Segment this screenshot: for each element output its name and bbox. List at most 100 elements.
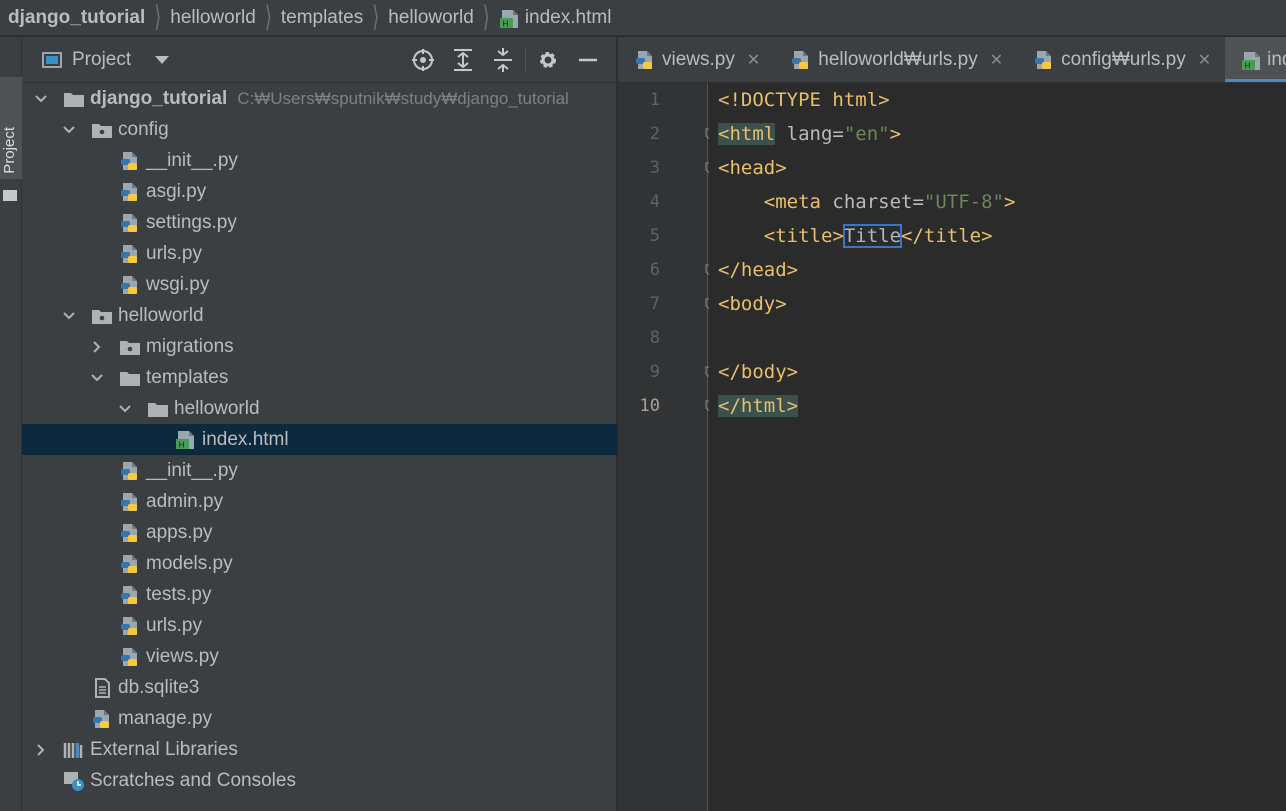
code-editor[interactable]: <!DOCTYPE html> <html lang= "en" > <head> <m… [709,83,1286,811]
tree-item-label: External Libraries [90,738,238,760]
tree-item-models-py[interactable]: models.py [22,548,617,579]
breadcrumb-separator: ⟩ [372,0,380,33]
code-line[interactable] [709,321,1286,355]
project-path: C:₩Users₩sputnik₩study₩django_tutorial [237,88,569,108]
tree-item-label: views.py [146,645,219,667]
breadcrumb-label: index.html [524,6,612,28]
tree-item-scratches-and-consoles[interactable]: Scratches and Consoles [22,765,617,796]
tree-item-manage-py[interactable]: manage.py [22,703,617,734]
code-token: > [889,123,902,145]
code-token: "UTF-8" [923,191,1004,213]
tree-item-django-tutorial[interactable]: django_tutorial C:₩Users₩sputnik₩study₩dj… [22,83,617,114]
line-number: 8 [649,328,660,348]
breadcrumb-label: django_tutorial [8,6,146,28]
chevron-down-icon[interactable] [90,371,104,385]
editor-tab[interactable]: views.py ✕ [618,37,774,82]
code-line[interactable]: <!DOCTYPE html> [709,83,1286,117]
code-line[interactable]: <title> Title </title> [709,219,1286,253]
breadcrumb-separator: ⟩ [482,0,490,33]
tree-item-helloworld[interactable]: helloworld [22,300,617,331]
code-line[interactable]: </body> [709,355,1286,389]
chevron-down-icon[interactable] [34,92,48,106]
project-view-selector[interactable]: Project [72,49,131,71]
project-panel: Project django_tutorial C:₩Users₩sputnik₩… [22,37,617,811]
code-line[interactable]: <html lang= "en" > [709,117,1286,151]
line-number: 1 [649,90,660,110]
chevron-down-icon[interactable] [155,55,170,64]
line-number: 5 [649,226,660,246]
editor-tab[interactable]: config₩urls.py ✕ [1017,37,1225,82]
gear-icon[interactable] [528,37,568,83]
tree-item-templates[interactable]: templates [22,362,617,393]
code-line[interactable]: <meta charset= "UTF-8" > [709,185,1286,219]
chevron-down-icon[interactable] [118,402,132,416]
breadcrumb-item[interactable]: helloworld [170,7,256,29]
tree-item-urls-py[interactable]: urls.py [22,238,617,269]
breadcrumb-label: helloworld [170,6,256,28]
close-icon[interactable]: ✕ [1198,50,1211,70]
tree-item-db-sqlite3[interactable]: db.sqlite3 [22,672,617,703]
code-line[interactable]: </html> [709,389,1286,423]
chevron-right-icon[interactable] [90,340,104,354]
database-file-icon [90,677,114,699]
editor-tab-label: views.py [662,49,735,70]
close-icon[interactable]: ✕ [990,50,1003,70]
chevron-down-icon[interactable] [62,309,76,323]
python-file-icon [118,460,142,482]
tree-item-label: migrations [146,335,234,357]
crosshair-icon[interactable] [403,37,443,83]
chevron-right-icon[interactable] [34,743,48,757]
editor-tab-label: index [1267,49,1286,70]
tree-item-helloworld[interactable]: helloworld [22,393,617,424]
code-line[interactable]: <head> [709,151,1286,185]
breadcrumb-item[interactable]: templates [281,7,363,29]
editor-gutter: 1 2 3 4 5 6 7 8 9 10 [618,83,717,811]
tree-item-wsgi-py[interactable]: wsgi.py [22,269,617,300]
tree-item-migrations[interactable]: migrations [22,331,617,362]
editor-tab[interactable]: helloworld₩urls.py ✕ [774,37,1017,82]
tree-item-external-libraries[interactable]: External Libraries [22,734,617,765]
editor-tab[interactable]: Hindex [1225,37,1286,82]
line-number: 2 [649,124,660,144]
package-folder-icon [90,119,114,141]
python-file-icon [118,243,142,265]
tree-item-index-html[interactable]: Hindex.html [22,424,617,455]
tree-item-urls-py[interactable]: urls.py [22,610,617,641]
tree-item-settings-py[interactable]: settings.py [22,207,617,238]
chevron-down-icon[interactable] [62,123,76,137]
code-line[interactable]: </head> [709,253,1286,287]
breadcrumb-item[interactable]: helloworld [388,7,474,29]
expand-all-icon[interactable] [443,37,483,83]
svg-text:H: H [502,19,508,28]
tree-item-views-py[interactable]: views.py [22,641,617,672]
tree-item-label: templates [146,366,229,388]
tree-item-label: models.py [146,552,233,574]
project-tool-tab[interactable]: Project [0,77,22,201]
tree-item-apps-py[interactable]: apps.py [22,517,617,548]
python-file-icon [118,212,142,234]
tree-item--init-py[interactable]: __init__.py [22,145,617,176]
close-icon[interactable]: ✕ [747,50,760,70]
minimize-icon[interactable] [568,37,608,83]
tree-item-label: settings.py [146,211,237,233]
tree-item-config[interactable]: config [22,114,617,145]
code-token: lang= [775,123,844,145]
code-line[interactable]: <body> [709,287,1286,321]
line-number: 4 [649,192,660,212]
tree-item--init-py[interactable]: __init__.py [22,455,617,486]
tree-item-label: manage.py [118,707,213,729]
breadcrumb-item[interactable]: Hindex.html [499,6,612,29]
breadcrumb-item[interactable]: django_tutorial [8,7,145,29]
tree-item-tests-py[interactable]: tests.py [22,579,617,610]
tree-item-asgi-py[interactable]: asgi.py [22,176,617,207]
tree-item-admin-py[interactable]: admin.py [22,486,617,517]
tree-item-label: django_tutorial [90,87,228,109]
editor-tab-label: config₩urls.py [1061,49,1186,70]
collapse-all-icon[interactable] [483,37,523,83]
